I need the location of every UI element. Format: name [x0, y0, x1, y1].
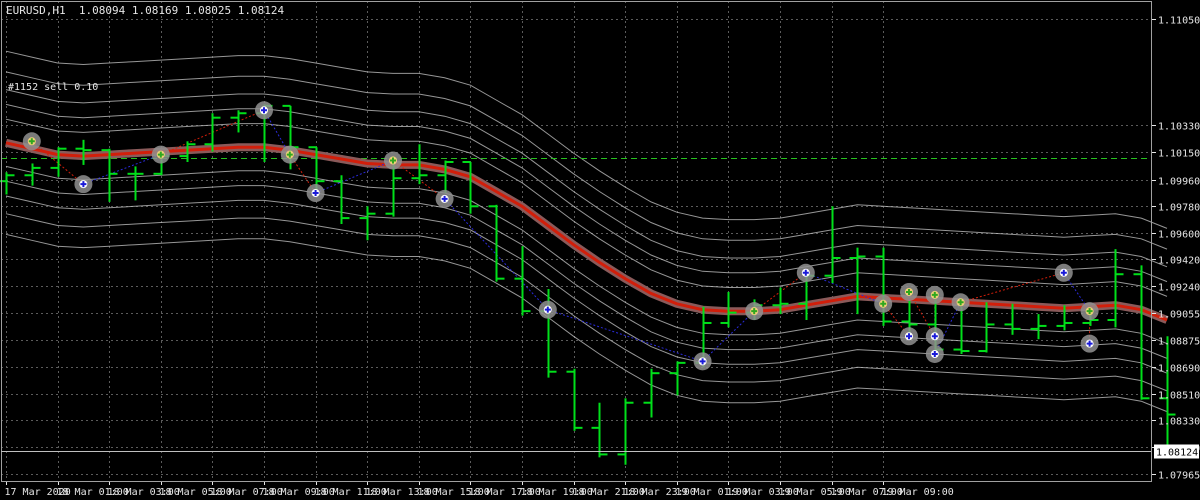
- price-chart[interactable]: 1.11050 1.10330 1.10150 1.09960 1.09780 1.096…: [0, 0, 1200, 500]
- y-tick-label: 1.08510: [1158, 391, 1200, 402]
- y-tick-label: 1.09780: [1158, 203, 1200, 214]
- current-price-label: 1.08124: [1156, 448, 1198, 459]
- x-tick-label: 19 Mar 09:00: [882, 487, 954, 498]
- y-tick-label: 1.09600: [1158, 230, 1200, 241]
- y-tick-label: 1.09055: [1158, 310, 1200, 321]
- y-tick-label: 1.07965: [1158, 471, 1200, 482]
- y-tick-label: 1.11050: [1158, 16, 1200, 27]
- y-tick-label: 1.08875: [1158, 337, 1200, 348]
- y-tick-label: 1.10330: [1158, 122, 1200, 133]
- y-tick-label: 1.09420: [1158, 256, 1200, 267]
- y-tick-label: 1.09960: [1158, 177, 1200, 188]
- y-tick-label: 1.10150: [1158, 149, 1200, 160]
- symbol-name: EURUSD,H1: [6, 4, 66, 17]
- trade-order-label[interactable]: #1152 sell 0.10: [8, 81, 98, 94]
- y-tick-label: 1.08690: [1158, 364, 1200, 375]
- symbol-header: EURUSD,H1 1.08094 1.08169 1.08025 1.0812…: [6, 4, 284, 17]
- y-tick-label: 1.09240: [1158, 283, 1200, 294]
- ohlc-values: 1.08094 1.08169 1.08025 1.08124: [78, 4, 285, 17]
- y-tick-label: 1.08330: [1158, 417, 1200, 428]
